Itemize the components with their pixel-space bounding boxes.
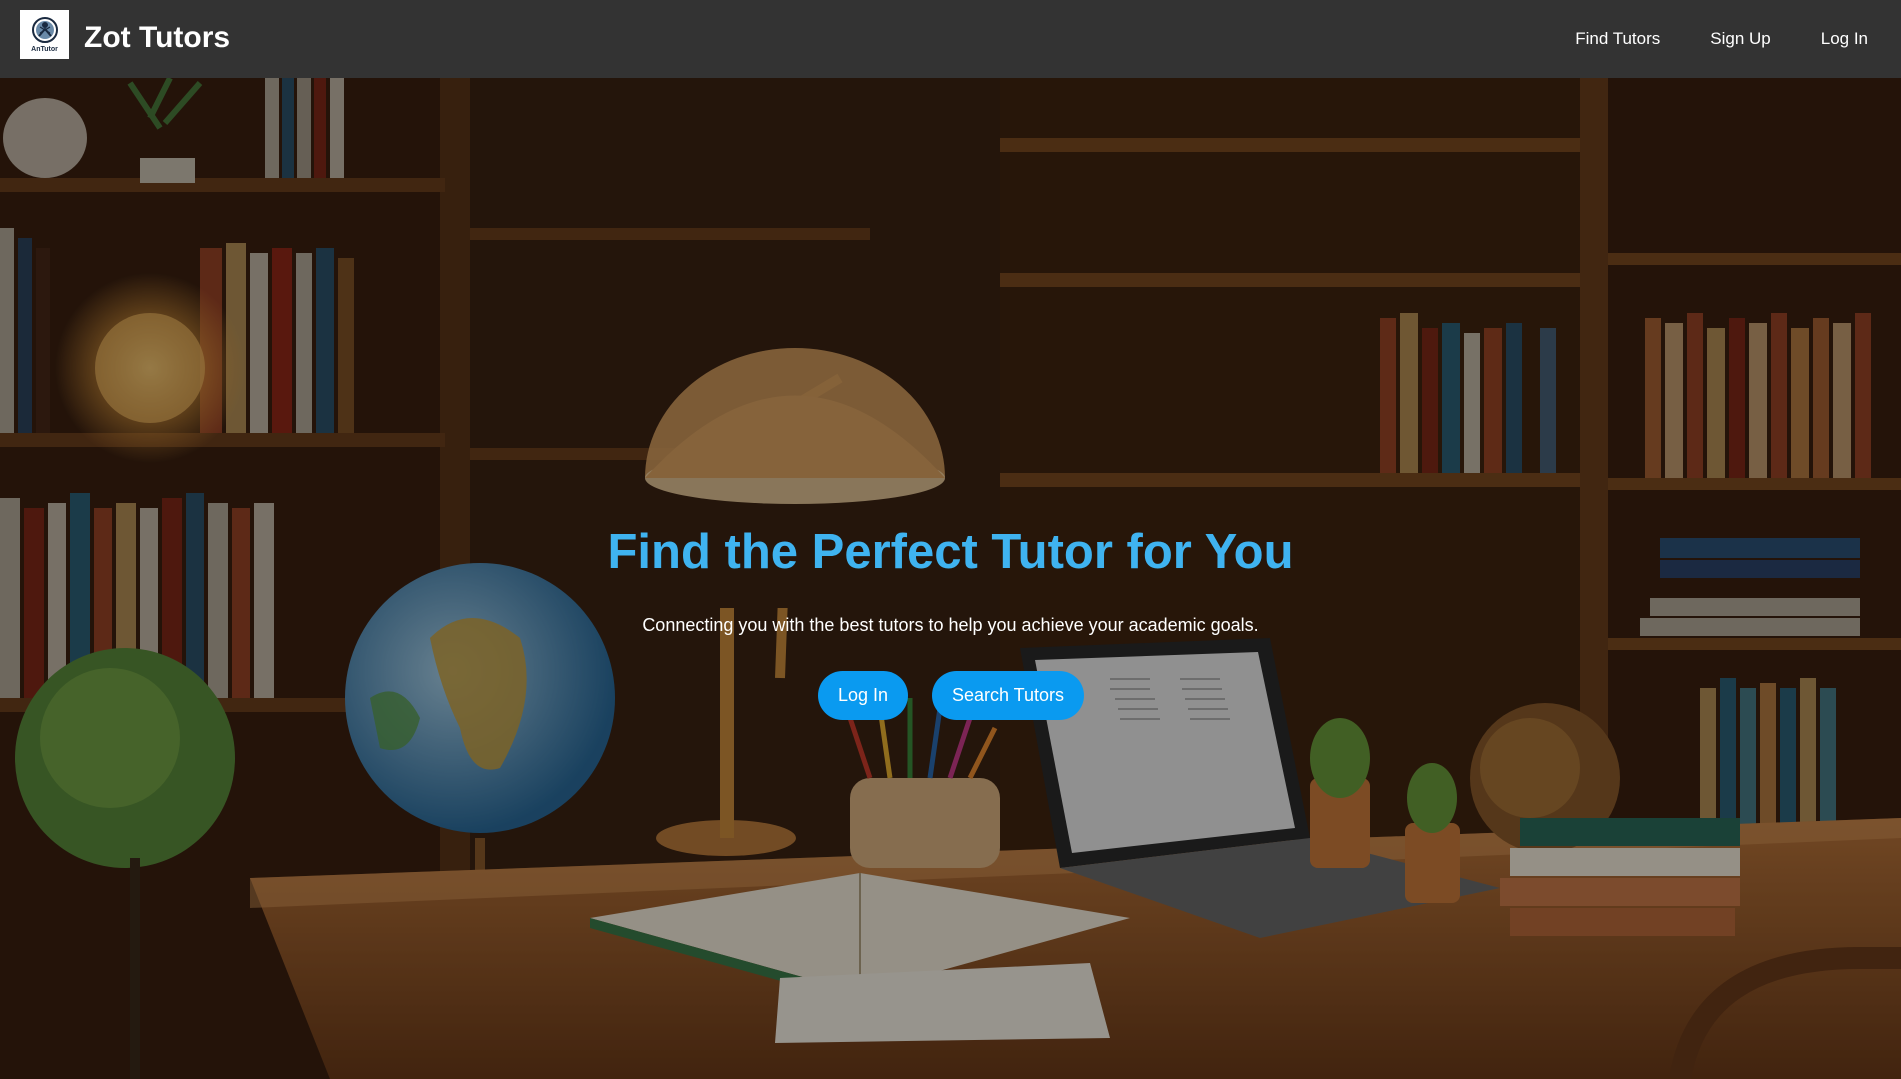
- logo-text: AnTutor: [31, 45, 58, 53]
- hero-content: Find the Perfect Tutor for You Connectin…: [0, 78, 1901, 1079]
- hero-login-button[interactable]: Log In: [818, 671, 908, 720]
- hero-subtitle: Connecting you with the best tutors to h…: [642, 615, 1259, 635]
- search-tutors-button[interactable]: Search Tutors: [932, 671, 1084, 720]
- logo[interactable]: AnTutor: [20, 10, 69, 59]
- hero-section: Find the Perfect Tutor for You Connectin…: [0, 78, 1901, 1079]
- brand-name[interactable]: Zot Tutors: [84, 20, 230, 56]
- nav-log-in[interactable]: Log In: [1796, 29, 1901, 49]
- nav-find-tutors[interactable]: Find Tutors: [1550, 29, 1685, 49]
- logo-icon: [31, 16, 58, 43]
- nav-sign-up[interactable]: Sign Up: [1685, 29, 1795, 49]
- nav-links: Find Tutors Sign Up Log In: [1550, 0, 1901, 78]
- navbar: AnTutor Zot Tutors Find Tutors Sign Up L…: [0, 0, 1901, 78]
- hero-title: Find the Perfect Tutor for You: [607, 525, 1294, 579]
